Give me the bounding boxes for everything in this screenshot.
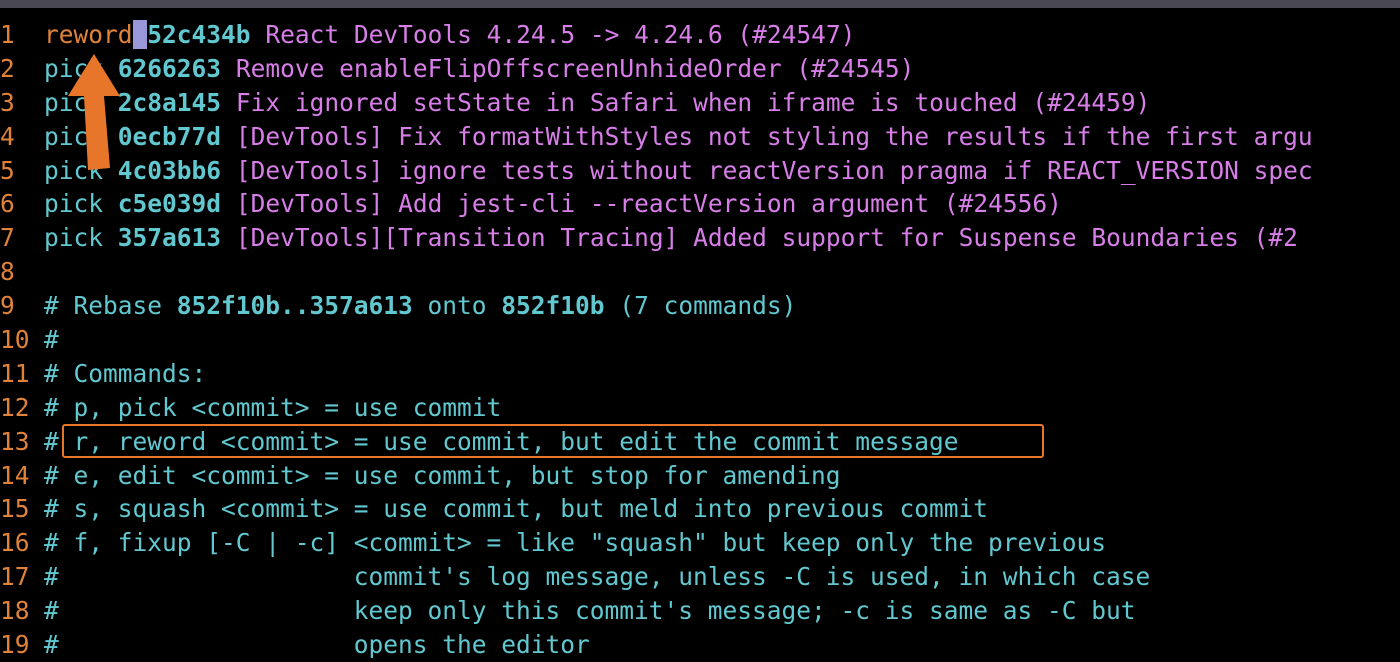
comment-line[interactable]: 11 # Commands: [0, 357, 1400, 391]
comment-text: # f, fixup [-C | -c] <commit> = like "sq… [44, 528, 1107, 558]
comment-text: onto [412, 291, 502, 321]
comment-text: # p, pick <commit> = use commit [44, 392, 502, 422]
text-cursor [132, 20, 148, 49]
commit-hash: 52c434b [147, 20, 251, 49]
line-number: 9 [0, 291, 15, 321]
comment-text: # e, edit <commit> = use commit, but sto… [44, 460, 841, 490]
vim-editor[interactable]: 1 reword 52c434b React DevTools 4.24.5 ->… [0, 18, 1400, 662]
todo-line-6[interactable]: 6 pick c5e039d [DevTools] Add jest-cli --… [0, 187, 1400, 221]
line-number: 4 [0, 121, 15, 151]
up-arrow-icon [68, 54, 120, 170]
todo-command[interactable]: pick [44, 189, 103, 218]
commit-hash: 357a613 [117, 223, 222, 253]
line-number: 6 [0, 189, 15, 219]
todo-command[interactable]: reword [44, 20, 133, 49]
commit-message: Fix ignored setState in Safari when ifra… [235, 87, 1151, 117]
comment-line[interactable]: 15 # s, squash <commit> = use commit, but… [0, 492, 1400, 526]
comment-text: # opens the editor [44, 630, 590, 660]
commit-hash: 4c03bb6 [117, 155, 222, 185]
comment-text: (7 commands) [604, 291, 797, 321]
comment-line[interactable]: 14 # e, edit <commit> = use commit, but s… [0, 459, 1400, 493]
commit-range: 852f10b..357a613 [176, 291, 413, 321]
line-number: 11 [0, 358, 30, 388]
comment-line[interactable]: 19 # opens the editor [0, 628, 1400, 662]
comment-text: # Rebase [44, 291, 177, 321]
line-number: 16 [0, 528, 30, 558]
line-number: 19 [0, 630, 30, 660]
line-number: 7 [0, 223, 15, 253]
commit-message: Remove enableFlipOffscreenUnhideOrder (#… [235, 53, 915, 83]
todo-line-5[interactable]: 5 pick 4c03bb6 [DevTools] ignore tests wi… [0, 154, 1400, 188]
highlight-box [62, 424, 1044, 458]
commit-message: React DevTools 4.24.5 -> 4.24.6 (#24547) [265, 20, 856, 49]
line-number: 14 [0, 460, 30, 490]
comment-text: # keep only this commit's message; -c is… [44, 596, 1136, 626]
rebase-summary-line[interactable]: 9 # Rebase 852f10b..357a613 onto 852f10b … [0, 289, 1400, 323]
commit-message: [DevTools] Add jest-cli --reactVersion a… [235, 189, 1062, 219]
line-number: 1 [0, 20, 15, 49]
todo-command[interactable]: pick [44, 223, 103, 252]
onto-hash: 852f10b [501, 291, 605, 321]
line-number: 12 [0, 392, 30, 422]
window-top-bar [0, 0, 1400, 8]
line-number: 18 [0, 596, 30, 626]
line-number: 10 [0, 325, 30, 355]
todo-line-7[interactable]: 7 pick 357a613 [DevTools][Transition Trac… [0, 221, 1400, 255]
line-number: 5 [0, 155, 15, 185]
commit-hash: 2c8a145 [117, 87, 222, 117]
todo-line-1[interactable]: 1 reword 52c434b React DevTools 4.24.5 ->… [0, 18, 1400, 52]
commit-hash: 0ecb77d [117, 121, 222, 151]
comment-text: # commit's log message, unless -C is use… [44, 562, 1151, 592]
line-number: 13 [0, 426, 30, 456]
line-number: 15 [0, 494, 30, 524]
comment-line[interactable]: 12 # p, pick <commit> = use commit [0, 391, 1400, 425]
commit-hash: c5e039d [117, 189, 222, 219]
blank-line[interactable]: 8 [0, 255, 1400, 289]
line-number: 8 [0, 257, 15, 287]
commit-hash: 6266263 [117, 53, 222, 83]
line-number: 2 [0, 53, 15, 83]
comment-text: # s, squash <commit> = use commit, but m… [44, 494, 989, 524]
commit-message: [DevTools][Transition Tracing] Added sup… [235, 223, 1298, 253]
todo-line-4[interactable]: 4 pick 0ecb77d [DevTools] Fix formatWithS… [0, 120, 1400, 154]
comment-line[interactable]: 17 # commit's log message, unless -C is u… [0, 560, 1400, 594]
comment-line[interactable]: 18 # keep only this commit's message; -c … [0, 594, 1400, 628]
todo-line-3[interactable]: 3 pick 2c8a145 Fix ignored setState in Sa… [0, 86, 1400, 120]
commit-message: [DevTools] Fix formatWithStyles not styl… [235, 121, 1313, 151]
line-number: 17 [0, 562, 30, 592]
comment-text: # Commands: [44, 358, 207, 388]
comment-line[interactable]: 16 # f, fixup [-C | -c] <commit> = like "… [0, 526, 1400, 560]
line-number: 3 [0, 87, 15, 117]
todo-line-2[interactable]: 2 pick 6266263 Remove enableFlipOffscreen… [0, 52, 1400, 86]
comment-text: # [44, 325, 59, 355]
commit-message: [DevTools] ignore tests without reactVer… [235, 155, 1313, 185]
comment-line[interactable]: 10 # [0, 323, 1400, 357]
